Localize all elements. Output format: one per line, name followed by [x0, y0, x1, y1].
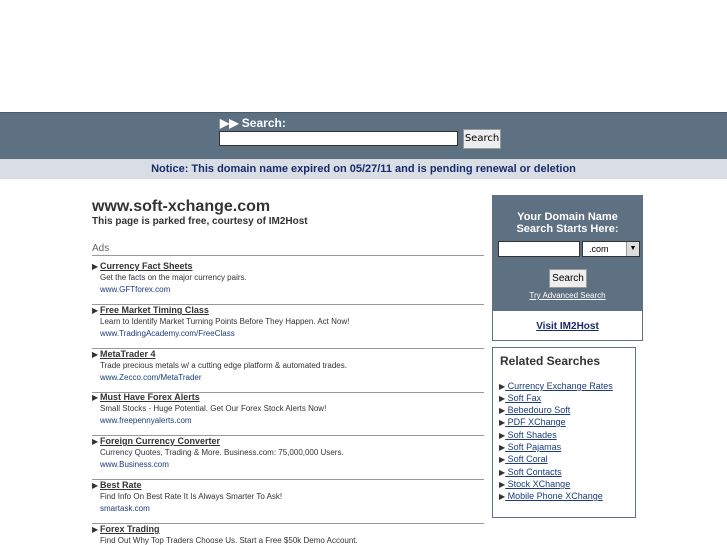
related-search-link[interactable]: ▶ Stock XChange: [499, 479, 570, 489]
search-bar: ▶▶ Search: Search: [0, 112, 727, 159]
domain-search-box: Your Domain Name Search Starts Here: .co…: [492, 195, 643, 341]
site-title: www.soft-xchange.com: [92, 198, 271, 215]
ads-label: Ads: [92, 243, 110, 254]
tld-select[interactable]: .com ▼: [582, 241, 640, 257]
search-label: ▶▶ Search:: [220, 116, 286, 130]
ad-description: Trade precious metals w/ a cutting edge …: [100, 361, 347, 370]
ad-title-link[interactable]: Must Have Forex Alerts: [100, 392, 200, 402]
domain-search-heading: Your Domain Name Search Starts Here:: [493, 211, 642, 235]
ad-url-link[interactable]: www.Business.com: [100, 460, 169, 469]
tld-value: .com: [589, 244, 609, 254]
ad-description: Learn to Identify Market Turning Points …: [100, 317, 350, 326]
ad-description: Small Stocks - Huge Potential. Get Our F…: [100, 404, 327, 413]
search-input[interactable]: [219, 131, 458, 146]
arrow-right-icon: ▶: [92, 481, 99, 490]
related-search-link[interactable]: ▶ PDF XChange: [499, 417, 566, 427]
arrow-right-icon: ▶: [92, 350, 99, 359]
ads-divider: [92, 255, 484, 256]
ad-item: ▶ Forex Trading Find Out Why Top Traders…: [92, 524, 484, 545]
domain-name-input[interactable]: [498, 241, 580, 257]
arrow-right-icon: ▶: [92, 525, 99, 534]
ad-title-link[interactable]: Foreign Currency Converter: [100, 436, 220, 446]
ad-item: ▶ Best Rate Find Info On Best Rate It Is…: [92, 480, 484, 524]
search-button[interactable]: Search: [463, 129, 501, 149]
related-search-link[interactable]: ▶ Bebedouro Soft: [499, 405, 570, 415]
ad-url-link[interactable]: www.GFTforex.com: [100, 285, 170, 294]
visit-im2host-link[interactable]: Visit IM2Host: [493, 321, 642, 332]
related-search-link[interactable]: ▶ Currency Exchange Rates: [499, 381, 613, 391]
ad-url-link[interactable]: www.Zecco.com/MetaTrader: [100, 373, 202, 382]
related-search-link[interactable]: ▶ Soft Coral: [499, 454, 548, 464]
related-search-link[interactable]: ▶ Soft Shades: [499, 430, 557, 440]
advanced-search-link[interactable]: Try Advanced Search: [493, 291, 642, 300]
ad-description: Get the facts on the major currency pair…: [100, 273, 247, 282]
expiry-notice: Notice: This domain name expired on 05/2…: [0, 159, 727, 179]
ad-title-link[interactable]: Currency Fact Sheets: [100, 261, 193, 271]
ad-title-link[interactable]: Forex Trading: [100, 524, 160, 534]
ad-description: Find Info On Best Rate It Is Always Smar…: [100, 492, 283, 501]
ad-title-link[interactable]: Free Market Timing Class: [100, 305, 209, 315]
related-searches-panel: Related Searches ▶ Currency Exchange Rat…: [492, 347, 636, 518]
arrow-right-icon: ▶: [92, 393, 99, 402]
domain-heading-line2: Search Starts Here:: [516, 223, 619, 235]
related-search-link[interactable]: ▶ Mobile Phone XChange: [499, 491, 603, 501]
arrow-right-icon: ▶: [92, 437, 99, 446]
ad-item: ▶ Free Market Timing Class Learn to Iden…: [92, 305, 484, 349]
related-search-link[interactable]: ▶ Soft Pajamas: [499, 442, 561, 452]
related-search-link[interactable]: ▶ Soft Fax: [499, 393, 541, 403]
ad-url-link[interactable]: www.freepennyalerts.com: [100, 416, 192, 425]
top-blank-area: [0, 0, 727, 112]
ad-description: Find Out Why Top Traders Choose Us. Star…: [100, 536, 358, 545]
related-searches-title: Related Searches: [500, 354, 601, 368]
chevron-down-icon: ▼: [626, 242, 639, 256]
ad-item: ▶ MetaTrader 4 Trade precious metals w/ …: [92, 349, 484, 393]
spacer: [0, 179, 727, 195]
site-subtitle: This page is parked free, courtesy of IM…: [92, 216, 308, 227]
ad-title-link[interactable]: MetaTrader 4: [100, 349, 156, 359]
ad-title-link[interactable]: Best Rate: [100, 480, 142, 490]
related-search-link[interactable]: ▶ Soft Contacts: [499, 467, 562, 477]
ad-description: Currency Quotes, Trading & More. Busines…: [100, 448, 344, 457]
ad-item: ▶ Foreign Currency Converter Currency Qu…: [92, 436, 484, 480]
ad-url-link[interactable]: www.TradingAcademy.com/FreeClass: [100, 329, 235, 338]
domain-heading-line1: Your Domain Name: [517, 211, 618, 223]
domain-search-button[interactable]: Search: [549, 269, 587, 288]
domain-box-header: [493, 196, 642, 210]
arrow-right-icon: ▶: [92, 262, 99, 271]
arrow-right-icon: ▶: [92, 306, 99, 315]
ad-item: ▶ Currency Fact Sheets Get the facts on …: [92, 261, 484, 305]
ad-item: ▶ Must Have Forex Alerts Small Stocks - …: [92, 392, 484, 436]
ad-url-link[interactable]: smartask.com: [100, 504, 150, 513]
